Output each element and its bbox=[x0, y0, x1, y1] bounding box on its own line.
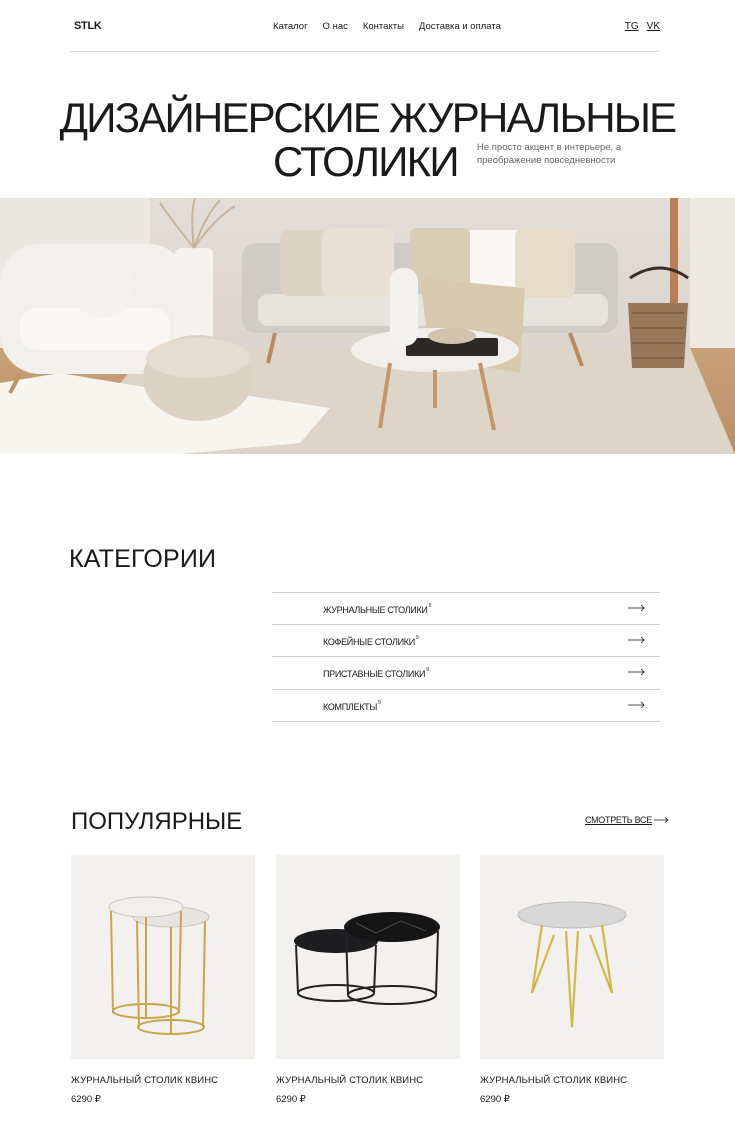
category-label: ЖУРНАЛЬНЫЕ СТОЛИКИ9 bbox=[323, 603, 432, 615]
category-count: 9 bbox=[426, 667, 429, 674]
popular-title: ПОПУЛЯРНЫЕ bbox=[71, 808, 243, 835]
product-card[interactable]: ЖУРНАЛЬНЫЙ СТОЛИК КВИНС 6290 ₽ bbox=[276, 855, 460, 1105]
product-image-round-table-hairpin[interactable] bbox=[480, 855, 664, 1059]
telegram-link[interactable]: TG bbox=[625, 21, 639, 32]
arrow-right-icon bbox=[628, 636, 645, 644]
hero-title-line1: ДИЗАЙНЕРСКИЕ ЖУРНАЛЬНЫЕ bbox=[59, 94, 677, 141]
hero-title: ДИЗАЙНЕРСКИЕ ЖУРНАЛЬНЫЕ СТОЛИКИ bbox=[0, 96, 735, 184]
product-image-nested-tables-black[interactable] bbox=[276, 855, 460, 1059]
category-count: 9 bbox=[415, 635, 419, 642]
categories-list: ЖУРНАЛЬНЫЕ СТОЛИКИ9 КОФЕЙНЫЕ СТОЛИКИ9 ПР… bbox=[272, 592, 660, 722]
arrow-right-icon bbox=[628, 669, 645, 676]
arrow-right-icon bbox=[628, 604, 645, 612]
nav-delivery[interactable]: Доставка и оплата bbox=[419, 21, 501, 32]
hero-interior-image bbox=[0, 198, 735, 454]
arrow-right-icon bbox=[653, 817, 669, 823]
product-card[interactable]: ЖУРНАЛЬНЫЙ СТОЛИК КВИНС 6290 ₽ bbox=[71, 855, 255, 1105]
nav-contacts[interactable]: Контакты bbox=[363, 21, 404, 32]
category-label: КОФЕЙНЫЕ СТОЛИКИ9 bbox=[323, 635, 419, 648]
product-image-nested-tables-gold[interactable] bbox=[71, 855, 255, 1059]
category-item-coffee[interactable]: КОФЕЙНЫЕ СТОЛИКИ9 bbox=[272, 625, 660, 658]
product-name[interactable]: ЖУРНАЛЬНЫЙ СТОЛИК КВИНС bbox=[480, 1075, 664, 1086]
logo[interactable]: STLK bbox=[74, 20, 102, 32]
categories-title: КАТЕГОРИИ bbox=[69, 545, 217, 573]
category-count: 9 bbox=[378, 699, 381, 706]
category-item-magazine[interactable]: ЖУРНАЛЬНЫЕ СТОЛИКИ9 bbox=[272, 593, 660, 626]
nav-about[interactable]: О нас bbox=[323, 21, 348, 32]
arrow-right-icon bbox=[628, 701, 645, 708]
product-name[interactable]: ЖУРНАЛЬНЫЙ СТОЛИК КВИНС bbox=[71, 1075, 255, 1086]
category-item-side[interactable]: ПРИСТАВНЫЕ СТОЛИКИ9 bbox=[272, 657, 660, 690]
hero-subtitle: Не просто акцент в интерьере, а преображ… bbox=[477, 142, 622, 166]
see-all-label: СМОТРЕТЬ ВСЕ bbox=[585, 815, 652, 825]
product-price: 6290 ₽ bbox=[276, 1094, 306, 1105]
product-name[interactable]: ЖУРНАЛЬНЫЙ СТОЛИК КВИНС bbox=[276, 1075, 460, 1086]
site-header: STLK Каталог О нас Контакты Доставка и о… bbox=[70, 0, 660, 52]
nav-catalog[interactable]: Каталог bbox=[273, 21, 308, 32]
product-price: 6290 ₽ bbox=[71, 1094, 101, 1105]
category-item-sets[interactable]: КОМПЛЕКТЫ9 bbox=[272, 690, 660, 722]
product-price: 6290 ₽ bbox=[480, 1094, 510, 1105]
see-all-link[interactable]: СМОТРЕТЬ ВСЕ bbox=[585, 815, 670, 825]
product-card[interactable]: ЖУРНАЛЬНЫЙ СТОЛИК КВИНС 6290 ₽ bbox=[480, 855, 664, 1105]
vk-link[interactable]: VK bbox=[647, 21, 660, 32]
category-label: ПРИСТАВНЫЕ СТОЛИКИ9 bbox=[323, 667, 429, 680]
category-label: КОМПЛЕКТЫ9 bbox=[323, 699, 381, 712]
main-nav: Каталог О нас Контакты Доставка и оплата bbox=[273, 21, 501, 32]
category-count: 9 bbox=[428, 603, 432, 609]
social-links: TG VK bbox=[625, 21, 660, 32]
